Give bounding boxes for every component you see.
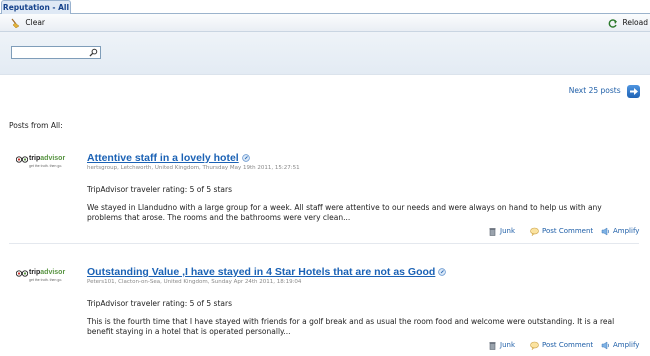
owl-eyes-icon bbox=[16, 270, 28, 277]
post-meta: Peters101, Clacton-on-Sea, United Kingdo… bbox=[87, 279, 302, 285]
logo-tagline: get the truth. then go. bbox=[29, 164, 63, 168]
owl-eyes-icon bbox=[16, 156, 28, 163]
search-input[interactable] bbox=[12, 54, 90, 66]
tab-reputation-all[interactable]: Reputation - All bbox=[1, 0, 71, 14]
post-body: We stayed in Llandudno with a large grou… bbox=[87, 203, 602, 222]
reload-icon bbox=[608, 19, 618, 28]
tab-bar: Reputation - All bbox=[0, 0, 650, 14]
logo-wordmark: tripadvisor bbox=[29, 269, 66, 276]
search-icon[interactable] bbox=[89, 48, 98, 57]
external-link-icon[interactable] bbox=[241, 154, 250, 162]
reload-label: Reload bbox=[622, 18, 648, 27]
post-rating: TripAdvisor traveler rating: 5 of 5 star… bbox=[87, 185, 232, 194]
clear-button[interactable]: Clear bbox=[10, 14, 45, 31]
logo-tagline: get the truth. then go. bbox=[29, 278, 63, 282]
post-comment-button[interactable]: Post Comment bbox=[530, 226, 593, 236]
post-title-link[interactable]: Attentive staff in a lovely hotel bbox=[87, 152, 250, 164]
junk-button[interactable]: Junk bbox=[488, 226, 515, 236]
tripadvisor-logo: tripadvisor get the truth. then go. bbox=[16, 155, 66, 169]
amplify-icon bbox=[601, 341, 609, 349]
clear-label: Clear bbox=[25, 18, 46, 27]
section-heading: Posts from All: bbox=[9, 121, 63, 130]
search-band bbox=[0, 32, 650, 75]
comment-icon bbox=[530, 227, 539, 236]
search-box bbox=[11, 46, 101, 66]
external-link-icon[interactable] bbox=[438, 268, 447, 276]
amplify-icon bbox=[601, 227, 609, 235]
junk-button[interactable]: Junk bbox=[488, 340, 515, 350]
trash-icon bbox=[489, 227, 496, 236]
tripadvisor-logo: tripadvisor get the truth. then go. bbox=[16, 269, 66, 283]
post-actions: Junk Post Comment Amplify bbox=[0, 340, 650, 350]
post-actions: Junk Post Comment Amplify bbox=[0, 226, 650, 236]
post-meta: hertsgroup, Letchworth, United Kingdom, … bbox=[87, 165, 300, 171]
amplify-button[interactable]: Amplify bbox=[601, 340, 639, 350]
post-divider bbox=[9, 243, 639, 244]
logo-wordmark: tripadvisor bbox=[29, 155, 66, 162]
trash-icon bbox=[489, 341, 496, 350]
post-body: This is the fourth time that I have stay… bbox=[87, 317, 615, 336]
toolbar: Clear Reload bbox=[0, 14, 650, 32]
broom-icon bbox=[11, 18, 20, 28]
post-rating: TripAdvisor traveler rating: 5 of 5 star… bbox=[87, 299, 232, 308]
arrow-right-icon[interactable] bbox=[627, 84, 640, 98]
next-posts-label: Next 25 posts bbox=[568, 86, 621, 95]
post-comment-button[interactable]: Post Comment bbox=[530, 340, 593, 350]
post-title-link[interactable]: Outstanding Value ,I have stayed in 4 St… bbox=[87, 266, 447, 278]
comment-icon bbox=[530, 341, 539, 350]
next-posts-link[interactable]: Next 25 posts bbox=[569, 84, 640, 98]
reload-button[interactable]: Reload bbox=[608, 14, 648, 31]
amplify-button[interactable]: Amplify bbox=[601, 226, 639, 236]
